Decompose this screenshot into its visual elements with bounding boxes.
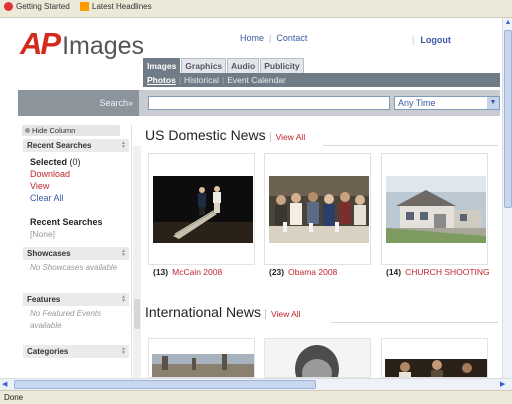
section-header-international: International News View All — [145, 304, 301, 320]
search-input[interactable] — [148, 96, 390, 110]
scroll-right-icon[interactable]: ▶ — [500, 379, 510, 390]
horizontal-scrollbar[interactable]: ◀ ▶ — [0, 378, 512, 390]
collapse-toggle-icon[interactable]: ▲ ▼ — [120, 347, 127, 356]
sub-nav: Photos | Historical | Event Calendar — [143, 73, 500, 87]
hide-column-button[interactable]: Hide Column — [22, 125, 120, 136]
gallery-card[interactable] — [148, 338, 255, 378]
photo-international-1 — [152, 354, 254, 377]
section-header-us-domestic: US Domestic News View All — [145, 127, 306, 143]
logout-area: | Logout — [412, 35, 451, 45]
sidebar-scroll-thumb[interactable] — [134, 299, 140, 329]
tab-images[interactable]: Images — [143, 58, 181, 73]
top-nav: Home | Contact — [240, 33, 307, 43]
contact-link[interactable]: Contact — [276, 33, 307, 43]
vertical-scrollbar[interactable]: ▲ — [502, 18, 512, 378]
bullet-icon — [25, 128, 30, 133]
nav-separator: | — [269, 33, 272, 43]
main-tabs: Images Graphics Audio Publicity — [143, 58, 305, 73]
logout-link[interactable]: Logout — [420, 35, 451, 45]
vertical-scroll-thumb[interactable] — [504, 30, 512, 208]
gallery-card[interactable] — [381, 338, 488, 378]
main-content: US Domestic News View All (13) McCain 20… — [143, 123, 500, 378]
rss-icon — [80, 2, 89, 12]
section-title: International News — [145, 304, 261, 320]
showcases-header[interactable]: Showcases ▲ ▼ — [23, 247, 129, 260]
clear-all-link[interactable]: Clear All — [30, 193, 64, 203]
search-button[interactable]: Search» — [18, 90, 139, 116]
recent-searches-title: Recent Searches — [30, 217, 103, 227]
left-sidebar: Hide Column Recent Searches ▲ ▼ Selected (… — [18, 125, 132, 378]
time-filter-select[interactable]: Any Time ▼ — [394, 96, 500, 110]
subnav-separator: | — [221, 75, 225, 85]
features-empty: No Featured Events available — [30, 309, 102, 330]
photo-international-2 — [265, 339, 370, 377]
card-caption: (14) CHURCH SHOOTING — [386, 267, 490, 277]
section-divider — [331, 322, 498, 323]
gallery-link[interactable]: CHURCH SHOOTING — [405, 267, 490, 277]
thumbnail-image[interactable] — [386, 176, 486, 243]
thumbnail-image[interactable] — [153, 176, 253, 243]
tab-publicity[interactable]: Publicity — [260, 58, 304, 73]
view-link[interactable]: View — [30, 181, 49, 191]
sidebar-scrollbar[interactable] — [133, 146, 141, 378]
tab-audio[interactable]: Audio — [227, 58, 260, 73]
subnav-photos[interactable]: Photos — [147, 75, 176, 85]
collapse-toggle-icon[interactable]: ▲ ▼ — [120, 141, 127, 150]
card-caption: (23) Obama 2008 — [269, 267, 338, 277]
scroll-up-icon[interactable]: ▲ — [503, 18, 512, 28]
categories-header[interactable]: Categories ▲ ▼ — [23, 345, 129, 358]
features-header[interactable]: Features ▲ ▼ — [23, 293, 129, 306]
firefox-icon — [4, 2, 13, 12]
gallery-card[interactable]: (14) CHURCH SHOOTING — [381, 153, 490, 277]
view-all-link[interactable]: View All — [264, 309, 301, 319]
thumbnail-image[interactable] — [269, 176, 369, 243]
bookmarks-toolbar: Getting Started Latest Headlines — [0, 0, 512, 18]
showcases-empty: No Showcases available — [30, 263, 118, 272]
subnav-historical[interactable]: Historical — [184, 75, 219, 85]
gallery-link[interactable]: Obama 2008 — [288, 267, 337, 277]
collapse-toggle-icon[interactable]: ▲ ▼ — [120, 295, 127, 304]
gallery-card[interactable]: (13) McCain 2008 — [148, 153, 255, 277]
logo-images-text: Images — [62, 32, 145, 60]
view-all-link[interactable]: View All — [269, 132, 306, 142]
chevron-down-icon[interactable]: ▼ — [487, 97, 499, 109]
subnav-event-calendar[interactable]: Event Calendar — [227, 75, 286, 85]
subnav-separator: | — [178, 75, 182, 85]
photo-international-3 — [385, 359, 487, 377]
photo-church — [386, 176, 486, 243]
bookmark-getting-started[interactable]: Getting Started — [4, 2, 70, 12]
photo-obama — [269, 176, 369, 243]
nav-separator: | — [412, 35, 415, 45]
recent-searches-header[interactable]: Recent Searches ▲ ▼ — [23, 139, 129, 152]
gallery-link[interactable]: McCain 2008 — [172, 267, 222, 277]
horizontal-scroll-thumb[interactable] — [14, 380, 316, 389]
bookmark-latest-headlines[interactable]: Latest Headlines — [80, 2, 152, 12]
photo-mccain — [153, 176, 253, 243]
home-link[interactable]: Home — [240, 33, 264, 43]
card-caption: (13) McCain 2008 — [153, 267, 223, 277]
time-filter-value: Any Time — [398, 98, 436, 108]
ap-images-logo[interactable]: AP Images — [20, 26, 145, 61]
scroll-left-icon[interactable]: ◀ — [2, 379, 12, 390]
section-divider — [323, 145, 498, 146]
gallery-card[interactable]: (23) Obama 2008 — [264, 153, 371, 277]
page-content: AP Images Home | Contact | Logout Images Grap… — [0, 18, 500, 378]
download-link[interactable]: Download — [30, 169, 70, 179]
logo-ap-text: AP — [20, 26, 61, 61]
recent-searches-value: [None] — [30, 229, 56, 239]
collapse-toggle-icon[interactable]: ▲ ▼ — [120, 249, 127, 258]
gallery-card[interactable] — [264, 338, 371, 378]
section-title: US Domestic News — [145, 127, 266, 143]
selected-count: Selected (0) — [30, 157, 81, 167]
tab-graphics[interactable]: Graphics — [181, 58, 227, 73]
browser-status-bar: Done — [0, 390, 512, 404]
